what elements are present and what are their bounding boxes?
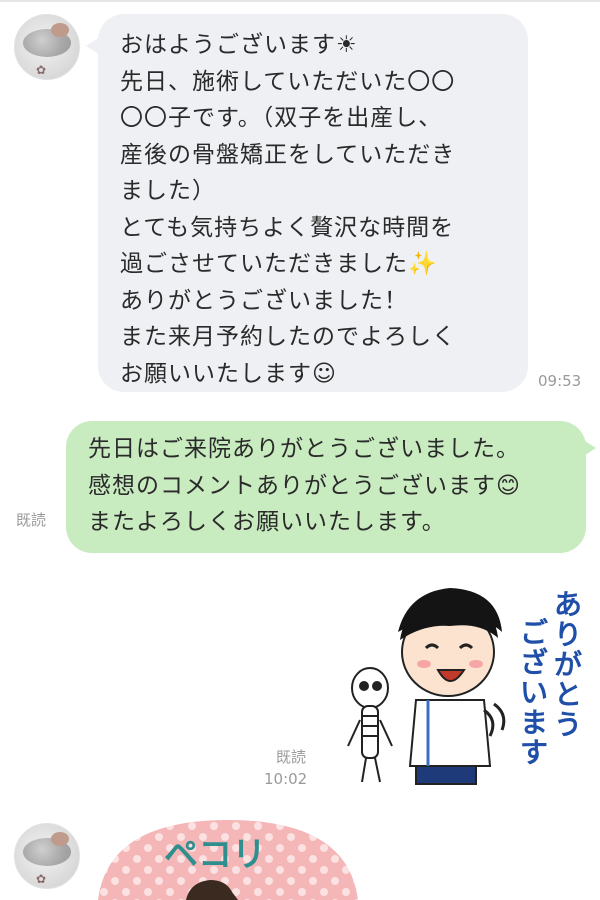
svg-text:が: が [554, 648, 582, 681]
svg-text:い: い [520, 676, 548, 709]
sticker2-text: ペコリ [164, 835, 266, 875]
svg-text:す: す [520, 736, 548, 769]
sticker-text: あ り が と う ご ざ い ま す [520, 588, 582, 769]
avatar-ear [51, 832, 69, 846]
outgoing-message-bubble[interactable]: 先日はご来院ありがとうございました。 感想のコメントありがとうございます😊 また… [66, 421, 596, 553]
svg-text:ざ: ざ [520, 646, 548, 679]
thank-you-sticker[interactable]: あ り が と う ご ざ い ま す [330, 570, 592, 800]
avatar-flower-icon: ✿ [35, 872, 47, 886]
top-divider [0, 0, 600, 2]
svg-text:と: と [554, 678, 582, 711]
incoming-message-bubble[interactable]: おはようございます☀ 先日、施術していただいた〇〇 〇〇子です。（双子を出産し、… [86, 14, 528, 392]
read-receipt: 既読 [16, 511, 47, 529]
message-time: 09:53 [538, 372, 582, 390]
svg-text:り: り [554, 618, 582, 651]
svg-text:ご: ご [520, 616, 548, 649]
svg-text:ま: ま [520, 706, 548, 739]
sticker-read-receipt: 既読 [276, 748, 307, 766]
bowing-man-icon [398, 588, 506, 785]
sticker-time: 10:02 [264, 770, 308, 788]
avatar-ear [51, 23, 69, 37]
svg-text:あ: あ [554, 588, 582, 621]
bow-sticker[interactable]: ペコリ [98, 820, 358, 900]
avatar-flower-icon: ✿ [35, 63, 47, 77]
svg-text:う: う [554, 708, 582, 741]
skeleton-icon [347, 667, 393, 783]
